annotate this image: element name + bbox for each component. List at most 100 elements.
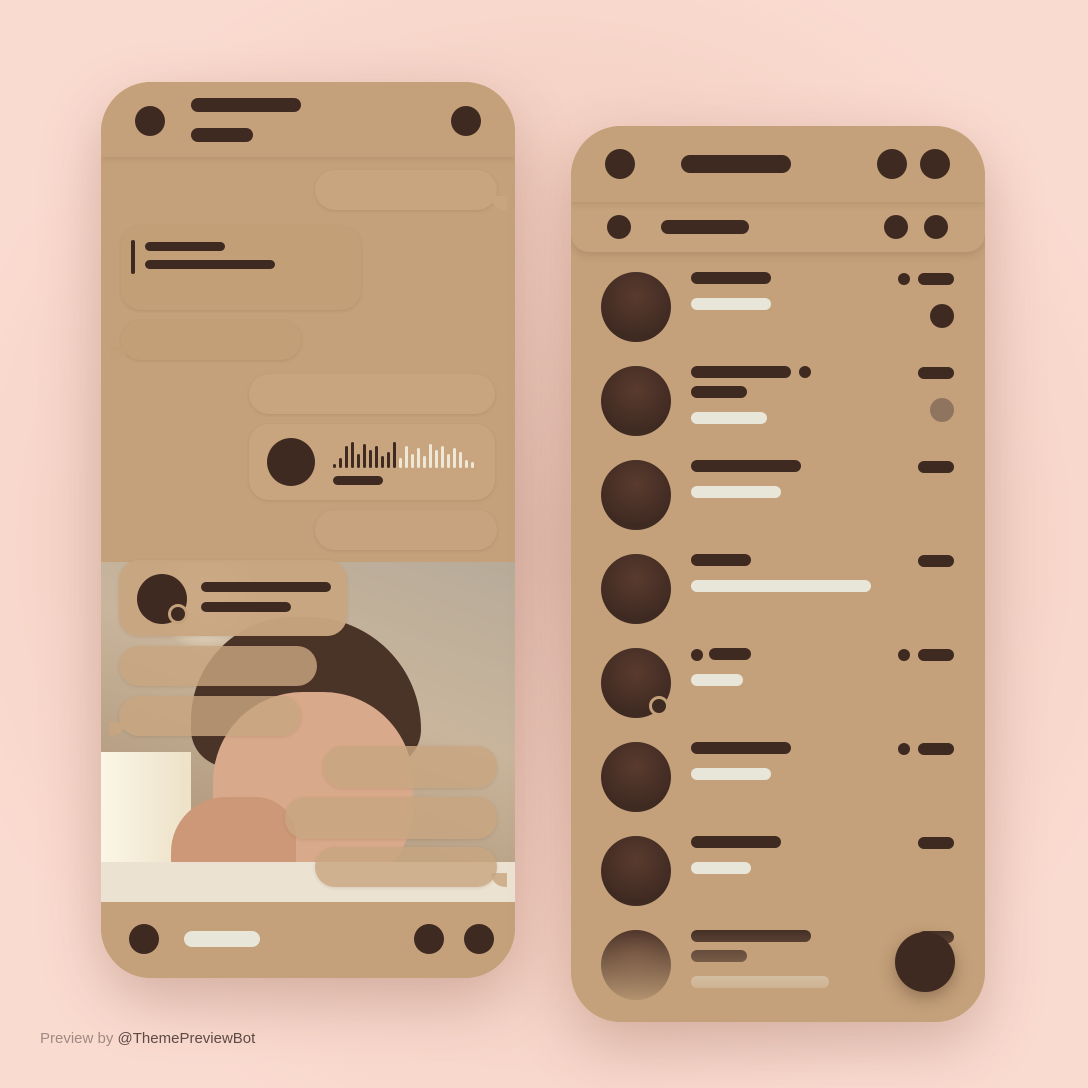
incoming-message[interactable] [111, 320, 301, 360]
chat-preview-placeholder [691, 674, 743, 686]
chat-avatar[interactable] [601, 366, 671, 436]
online-indicator [649, 696, 669, 716]
chat-list-screen [571, 126, 985, 1022]
waveform-bar [351, 442, 354, 468]
lock-icon[interactable] [877, 149, 907, 179]
waveform-bar [357, 454, 360, 468]
chat-time-placeholder [918, 555, 954, 567]
chat-time-placeholder [918, 837, 954, 849]
chat-name-placeholder [691, 554, 751, 566]
emoji-icon[interactable] [414, 924, 444, 954]
waveform-bar [381, 456, 384, 468]
chat-input-bar [101, 902, 515, 978]
chat-name-placeholder [691, 460, 801, 472]
chat-avatar[interactable] [601, 554, 671, 624]
waveform-bar [333, 464, 336, 468]
waveform-bar [399, 458, 402, 468]
outgoing-message[interactable] [315, 510, 497, 550]
muted-badge [930, 398, 954, 422]
chat-preview-placeholder [691, 768, 771, 780]
list-title-placeholder [681, 155, 791, 173]
chat-header [101, 82, 515, 157]
waveform-bar [471, 462, 474, 468]
waveform-bar [339, 458, 342, 468]
outgoing-message[interactable] [285, 797, 497, 839]
unread-badge [930, 304, 954, 328]
chat-preview-placeholder [691, 298, 771, 310]
contact-name [201, 582, 331, 592]
outgoing-message[interactable] [249, 374, 495, 414]
incoming-message[interactable] [119, 646, 317, 686]
waveform-bar [411, 454, 414, 468]
pencil-icon[interactable] [895, 932, 955, 992]
chat-time-placeholder [918, 367, 954, 379]
waveform-bar [387, 452, 390, 468]
edit-icon[interactable] [924, 215, 948, 239]
preview-credit: Preview by @ThemePreviewBot [40, 1030, 256, 1047]
chat-avatar[interactable] [601, 742, 671, 812]
chat-type-icon [691, 649, 703, 661]
incoming-contact-message[interactable] [119, 560, 347, 636]
outgoing-message[interactable] [315, 170, 507, 210]
waveform-bar [441, 446, 444, 468]
waveform-bar [375, 446, 378, 468]
chat-avatar[interactable] [601, 460, 671, 530]
waveform-bar [435, 450, 438, 468]
chat-sender-placeholder [691, 386, 747, 398]
chat-avatar[interactable] [601, 272, 671, 342]
menu-icon[interactable] [605, 149, 635, 179]
waveform-bar [429, 444, 432, 468]
read-status-icon [898, 743, 910, 755]
waveform-bar [369, 450, 372, 468]
attach-icon[interactable] [129, 924, 159, 954]
chat-time-placeholder [918, 273, 954, 285]
verified-icon [799, 366, 811, 378]
incoming-reply-message[interactable] [121, 226, 361, 310]
waveform-bar [417, 448, 420, 468]
waveform-bar [453, 448, 456, 468]
folder-bar [571, 202, 985, 252]
incoming-message[interactable] [109, 696, 301, 736]
search-icon[interactable] [920, 149, 950, 179]
chat-time-placeholder [918, 649, 954, 661]
waveform-bar [447, 454, 450, 468]
chat-avatar[interactable] [601, 836, 671, 906]
send-icon[interactable] [464, 924, 494, 954]
play-button[interactable] [267, 438, 315, 486]
waveform-bar [363, 444, 366, 468]
chat-preview-placeholder [691, 862, 751, 874]
waveform-bar [345, 446, 348, 468]
chat-name-placeholder [691, 742, 791, 754]
chat-preview-placeholder [691, 486, 781, 498]
chat-screen [101, 82, 515, 978]
chat-name-placeholder [691, 272, 771, 284]
waveform-bar [459, 452, 462, 468]
folder-icon[interactable] [607, 215, 631, 239]
contact-detail [201, 602, 291, 612]
outgoing-message[interactable] [315, 847, 507, 887]
chat-time-placeholder [918, 743, 954, 755]
chat-status-placeholder [191, 128, 253, 142]
back-icon[interactable] [135, 106, 165, 136]
chat-title-placeholder[interactable] [191, 98, 301, 112]
outgoing-message[interactable] [323, 746, 497, 788]
chat-name-placeholder [691, 836, 781, 848]
filter-icon[interactable] [884, 215, 908, 239]
read-status-icon [898, 649, 910, 661]
reply-quote-author [145, 242, 225, 251]
waveform-bar [423, 456, 426, 468]
chat-preview-placeholder [691, 412, 767, 424]
folder-tab[interactable] [661, 220, 749, 234]
more-icon[interactable] [451, 106, 481, 136]
chat-preview-placeholder [691, 580, 871, 592]
message-input[interactable] [184, 931, 260, 947]
online-indicator [168, 604, 188, 624]
waveform-bar [393, 442, 396, 468]
list-header [571, 126, 985, 202]
read-status-icon [898, 273, 910, 285]
waveform-bar [405, 446, 408, 468]
waveform-bar [465, 460, 468, 468]
chat-name-placeholder [709, 648, 751, 660]
voice-waveform[interactable] [333, 438, 483, 468]
chat-time-placeholder [918, 461, 954, 473]
